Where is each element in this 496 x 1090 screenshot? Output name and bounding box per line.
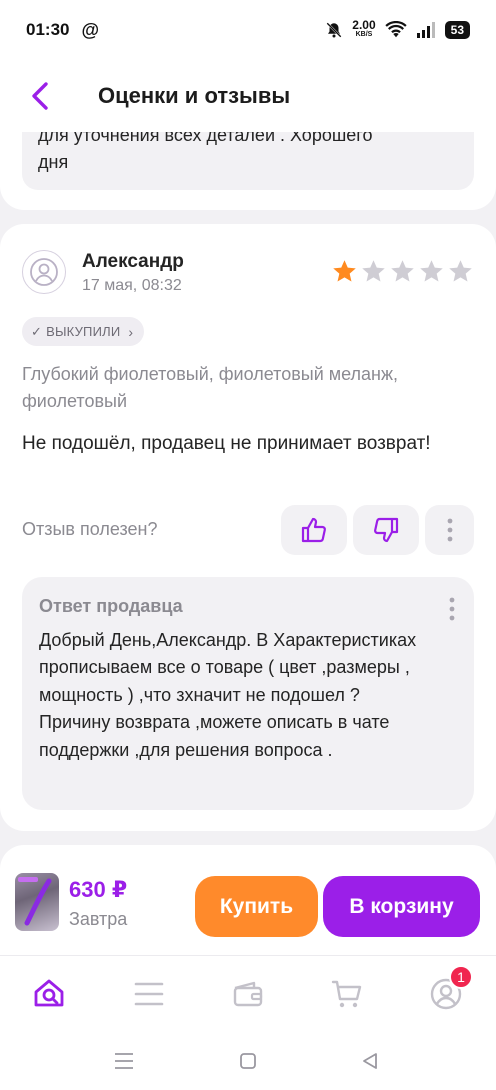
review-card: Александр 17 мая, 08:32 ✓ ВЫКУПИЛИ › Глу… [0,224,496,831]
nav-catalog[interactable] [129,974,169,1014]
net-speed-unit: KB/S [355,31,373,38]
star-filled-icon [333,260,356,282]
at-icon: @ [81,19,100,40]
home-search-icon [34,979,64,1007]
star-empty-icon [449,260,472,282]
system-nav-bar [0,1030,496,1090]
app-header: Оценки и отзывы [0,60,496,132]
buy-button[interactable]: Купить [195,876,318,937]
bought-badge-label: ВЫКУПИЛИ [46,324,121,339]
star-empty-icon [391,260,414,282]
rating-stars [331,258,474,285]
nav-home[interactable] [29,974,69,1014]
review-text: Не подошёл, продавец не принимает возвра… [22,433,431,454]
helpful-label: Отзыв полезен? [22,519,158,539]
status-bar: 01:30 @ 2.00 KB/S 53 [0,0,496,60]
battery-indicator: 53 [444,21,470,39]
recents-button[interactable] [111,1048,137,1074]
net-speed-value: 2.00 [352,18,376,32]
nav-wallet[interactable] [228,974,268,1014]
page-title: Оценки и отзывы [98,83,291,108]
review-date: 17 мая, 08:32 [82,277,182,294]
dislike-button[interactable] [353,505,419,555]
thumbs-down-icon [374,517,399,543]
product-price: 630 ₽ [69,877,128,902]
product-variant: Глубокий фиолетовый, фиолетовый меланж, … [22,364,399,411]
seller-answer-text: Добрый День,Александр. В Характеристиках… [39,630,417,760]
product-image [18,877,52,926]
review-author: Александр [82,251,184,272]
previous-review-card: для уточнения всех деталей . Хорошего дн… [0,132,496,210]
more-vertical-icon [449,597,455,621]
chevron-right-icon: › [128,323,134,340]
back-button[interactable] [0,60,80,132]
nav-cart[interactable] [327,974,367,1014]
more-vertical-icon [447,518,452,542]
notification-badge: 1 [449,965,473,989]
wifi-icon [384,21,407,38]
net-speed: 2.00 KB/S [352,18,376,39]
seller-answer-title: Ответ продавца [39,596,183,616]
like-button[interactable] [281,505,347,555]
add-to-cart-button[interactable]: В корзину [323,876,480,937]
chevron-left-icon [32,82,48,110]
triangle-back-icon [363,1053,377,1069]
previous-seller-answer: для уточнения всех деталей . Хорошего дн… [22,132,474,190]
review-more-button[interactable] [425,505,474,555]
product-thumbnail[interactable] [15,873,59,931]
previous-answer-line: для уточнения всех деталей . Хорошего [38,132,373,145]
previous-answer-line: дня [38,152,69,172]
status-time: 01:30 [26,20,70,39]
signal-icon [416,22,435,38]
answer-more-button[interactable] [442,595,462,623]
catalog-icon [134,982,164,1006]
wallet-icon [233,981,263,1007]
home-button[interactable] [235,1048,261,1074]
avatar [22,250,66,294]
seller-answer: Ответ продавца Добрый День,Александр. В … [22,577,474,810]
menu-icon [115,1053,133,1069]
back-system-button[interactable] [357,1048,383,1074]
cart-icon [331,980,362,1008]
mute-bell-icon [326,22,342,38]
star-empty-icon [362,260,385,282]
buy-bar: 630 ₽ Завтра Купить В корзину [0,845,496,955]
check-icon: ✓ [31,323,43,339]
bottom-nav: 1 [0,955,496,1030]
square-icon [240,1053,256,1069]
star-empty-icon [420,260,443,282]
status-icons: 2.00 KB/S 53 [325,18,470,39]
user-avatar-icon [30,258,58,286]
bought-badge[interactable]: ✓ ВЫКУПИЛИ › [22,317,145,346]
thumbs-up-icon [301,517,326,543]
delivery-date: Завтра [69,909,128,929]
